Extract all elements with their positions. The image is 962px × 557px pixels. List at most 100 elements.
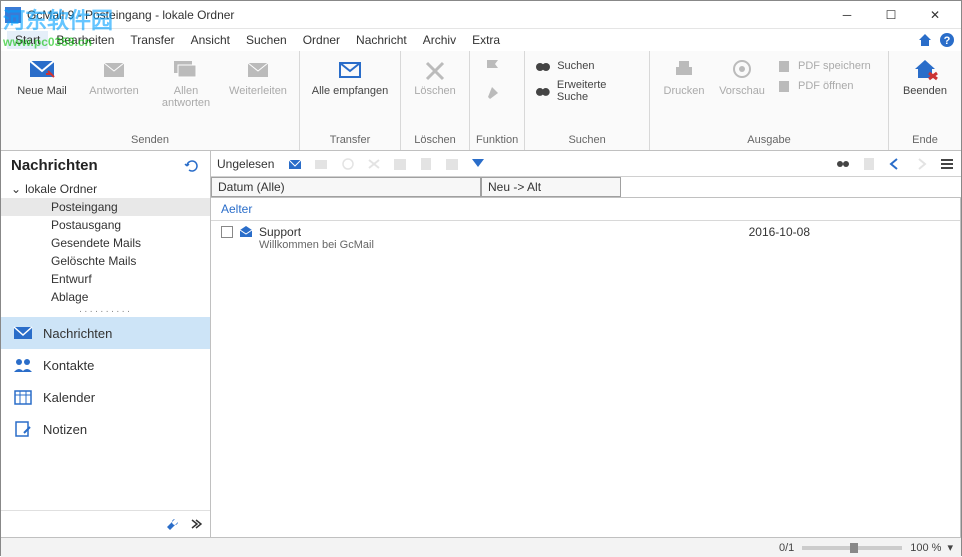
home-small-icon[interactable] [917,32,933,48]
maximize-button[interactable]: ☐ [869,2,913,28]
forward-label: Weiterleiten [229,85,287,97]
disk-icon[interactable] [444,157,460,171]
menu-bearbeiten[interactable]: Bearbeiten [48,31,122,49]
message-from: Support [259,225,301,239]
help-icon[interactable]: ? [939,32,955,48]
receive-all-button[interactable]: Alle empfangen [306,53,394,101]
nav-messages[interactable]: Nachrichten [1,317,210,349]
nav-notes[interactable]: Notizen [1,413,210,445]
zoom-dropdown-icon[interactable]: ▾ [947,541,953,554]
receive-all-label: Alle empfangen [312,85,388,97]
column-sort[interactable]: Neu -> Alt [481,177,621,197]
message-date: 2016-10-08 [749,225,950,239]
group-funktion-label: Funktion [476,132,518,148]
next-icon[interactable] [913,157,929,171]
wrench-icon[interactable] [166,517,180,531]
group-transfer-label: Transfer [306,132,394,148]
prev-icon[interactable] [887,157,903,171]
flag-icon[interactable] [484,57,504,75]
menu-ansicht[interactable]: Ansicht [183,31,238,49]
message-preview: Willkommen bei GcMail [221,239,950,251]
envelope-icon [13,325,33,341]
search-button[interactable]: Suchen [531,57,643,75]
new-mail-button[interactable]: Neue Mail [7,53,77,101]
contacts-icon [13,357,33,373]
menu-ordner[interactable]: Ordner [295,31,348,49]
notes-icon [13,421,33,437]
close-button[interactable]: ✕ [913,2,957,28]
preview-label: Vorschau [719,85,765,97]
folder-root[interactable]: ⌄lokale Ordner [1,180,210,198]
binoculars-icon [535,84,551,98]
unread-filter[interactable]: Ungelesen [217,157,274,171]
column-date[interactable]: Datum (Alle) [211,177,481,197]
pdf-save-button[interactable]: PDF speichern [772,57,882,75]
exit-button[interactable]: Beenden [895,53,955,101]
nav-calendar[interactable]: Kalender [1,381,210,413]
refresh-sm-icon[interactable] [340,157,356,171]
find-icon[interactable] [835,157,851,171]
menu-archiv[interactable]: Archiv [415,31,464,49]
pdf-icon [776,79,792,93]
message-checkbox[interactable] [221,226,233,238]
folder-trash[interactable]: Gelöschte Mails [1,252,210,270]
forward-button[interactable]: Weiterleiten [223,53,293,101]
folder-sent[interactable]: Gesendete Mails [1,234,210,252]
folder-inbox[interactable]: Posteingang [1,198,210,216]
app-icon [5,7,21,23]
collapse-icon[interactable] [188,517,202,531]
calendar-icon [13,389,33,405]
folder-outbox[interactable]: Postausgang [1,216,210,234]
status-zoom: 100 % [910,542,941,554]
delete-label: Löschen [414,85,456,97]
menu-suchen[interactable]: Suchen [238,31,295,49]
delete-button[interactable]: Löschen [407,53,463,101]
mail-cancel-icon[interactable] [314,157,330,171]
window-title: GcMail 9 - Posteingang - lokale Ordner [27,8,825,22]
folder-archive[interactable]: Ablage [1,288,210,306]
nav-contacts-label: Kontakte [43,358,94,373]
filter-icon[interactable] [470,157,486,171]
menu-extra[interactable]: Extra [464,31,508,49]
reply-button[interactable]: Antworten [79,53,149,101]
menu-nachricht[interactable]: Nachricht [348,31,415,49]
sidebar-title: Nachrichten [11,157,98,174]
save-icon[interactable] [392,157,408,171]
printer-icon [670,57,698,81]
reply-all-button[interactable]: Allen antworten [151,53,221,113]
menu-bar: Start Bearbeiten Transfer Ansicht Suchen… [1,29,961,51]
group-ende-label: Ende [895,132,955,148]
zoom-slider[interactable] [802,546,902,550]
highlight-icon[interactable] [484,83,504,101]
page-icon[interactable] [861,157,877,171]
delete-sm-icon[interactable] [366,157,382,171]
binoculars-icon [535,59,551,73]
refresh-icon[interactable] [184,158,200,174]
menu-start[interactable]: Start [7,31,48,49]
minimize-button[interactable]: ─ [825,2,869,28]
mail-action-icon[interactable] [288,157,304,171]
svg-text:?: ? [944,35,951,47]
menu-transfer[interactable]: Transfer [122,31,182,49]
pdf-open-button[interactable]: PDF öffnen [772,77,882,95]
print-label: Drucken [664,85,705,97]
pdf-save-label: PDF speichern [798,60,871,72]
preview-button[interactable]: Vorschau [714,53,770,101]
status-bar: 0/1 100 % ▾ [1,537,961,557]
group-delete-label: Löschen [407,132,463,148]
nav-calendar-label: Kalender [43,390,95,405]
folder-draft[interactable]: Entwurf [1,270,210,288]
nav-contacts[interactable]: Kontakte [1,349,210,381]
print-button[interactable]: Drucken [656,53,712,101]
titlebar: GcMail 9 - Posteingang - lokale Ordner ─… [1,1,961,29]
sidebar-gripper[interactable]: ·········· [1,306,210,317]
message-row[interactable]: Support 2016-10-08 Willkommen bei GcMail [211,221,960,255]
menu-icon[interactable] [939,157,955,171]
doc-icon[interactable] [418,157,434,171]
exit-label: Beenden [903,85,947,97]
home-exit-icon [911,57,939,81]
extended-search-button[interactable]: Erweiterte Suche [531,77,643,105]
search-label: Suchen [557,60,594,72]
group-suchen-label: Suchen [531,132,643,148]
new-mail-label: Neue Mail [17,85,67,97]
